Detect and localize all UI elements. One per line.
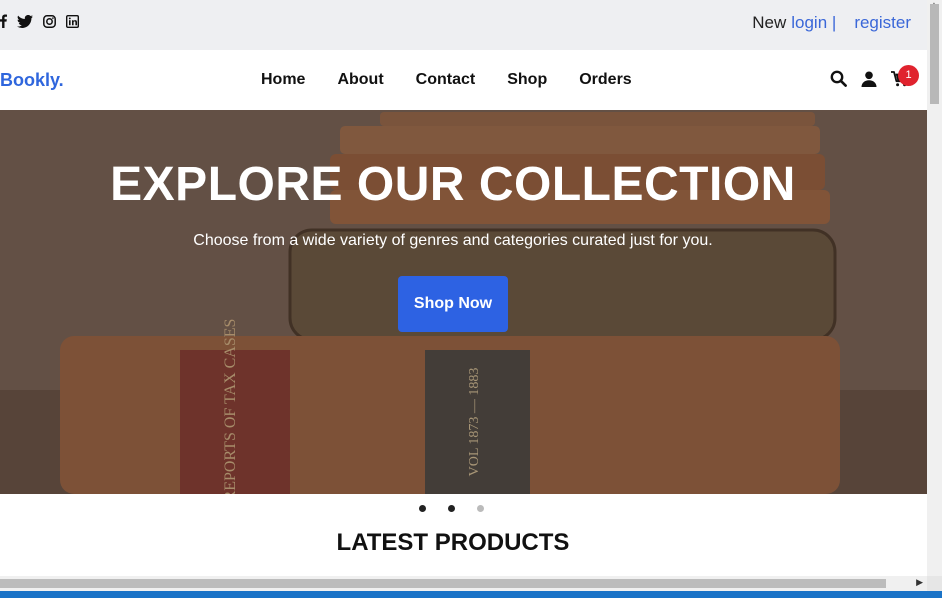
auth-links: New login | register: [752, 13, 911, 33]
vertical-scrollbar[interactable]: ▲: [927, 0, 942, 576]
carousel-dot-2[interactable]: [448, 505, 455, 512]
hero-subtitle: Choose from a wide variety of genres and…: [193, 232, 713, 249]
scrollbar-corner: [927, 576, 942, 591]
editor-status-bar: [0, 591, 942, 598]
horizontal-scroll-thumb[interactable]: [0, 579, 886, 588]
carousel-dot-1[interactable]: [419, 505, 426, 512]
hero-title: EXPLORE OUR COLLECTION: [110, 158, 796, 211]
hero-banner: REPORTS OF TAX CASES VOL 1873 — 1883 EXP…: [0, 110, 927, 494]
shop-now-button[interactable]: Shop Now: [398, 276, 508, 332]
twitter-icon[interactable]: [17, 14, 33, 28]
vertical-scroll-thumb[interactable]: [930, 4, 939, 104]
horizontal-scrollbar[interactable]: ▶: [0, 576, 927, 591]
cart-count-badge: 1: [898, 65, 919, 86]
instagram-icon[interactable]: [43, 14, 56, 28]
social-links: [0, 14, 79, 28]
carousel-dot-3[interactable]: [477, 505, 484, 512]
linkedin-icon[interactable]: [66, 14, 79, 28]
main-nav: Home About Contact Shop Orders: [261, 71, 664, 89]
carousel-indicators: [419, 505, 484, 512]
nav-orders[interactable]: Orders: [579, 71, 631, 89]
nav-about[interactable]: About: [337, 71, 383, 89]
new-label: New: [752, 13, 787, 32]
top-bar: New login | register: [0, 0, 927, 50]
login-link[interactable]: login |: [791, 13, 836, 33]
register-link[interactable]: register: [854, 13, 911, 33]
nav-shop[interactable]: Shop: [507, 71, 547, 89]
facebook-icon[interactable]: [0, 14, 7, 28]
brand-logo[interactable]: Bookly.: [0, 70, 64, 91]
user-icon[interactable]: [861, 71, 877, 92]
latest-products-heading: LATEST PRODUCTS: [336, 529, 570, 556]
nav-contact[interactable]: Contact: [416, 71, 476, 89]
scroll-right-icon[interactable]: ▶: [916, 577, 923, 588]
navbar: Bookly. Home About Contact Shop Orders: [0, 50, 927, 110]
search-icon[interactable]: [830, 70, 847, 92]
page: New login | register Bookly. Home About …: [0, 0, 942, 598]
nav-home[interactable]: Home: [261, 71, 305, 89]
